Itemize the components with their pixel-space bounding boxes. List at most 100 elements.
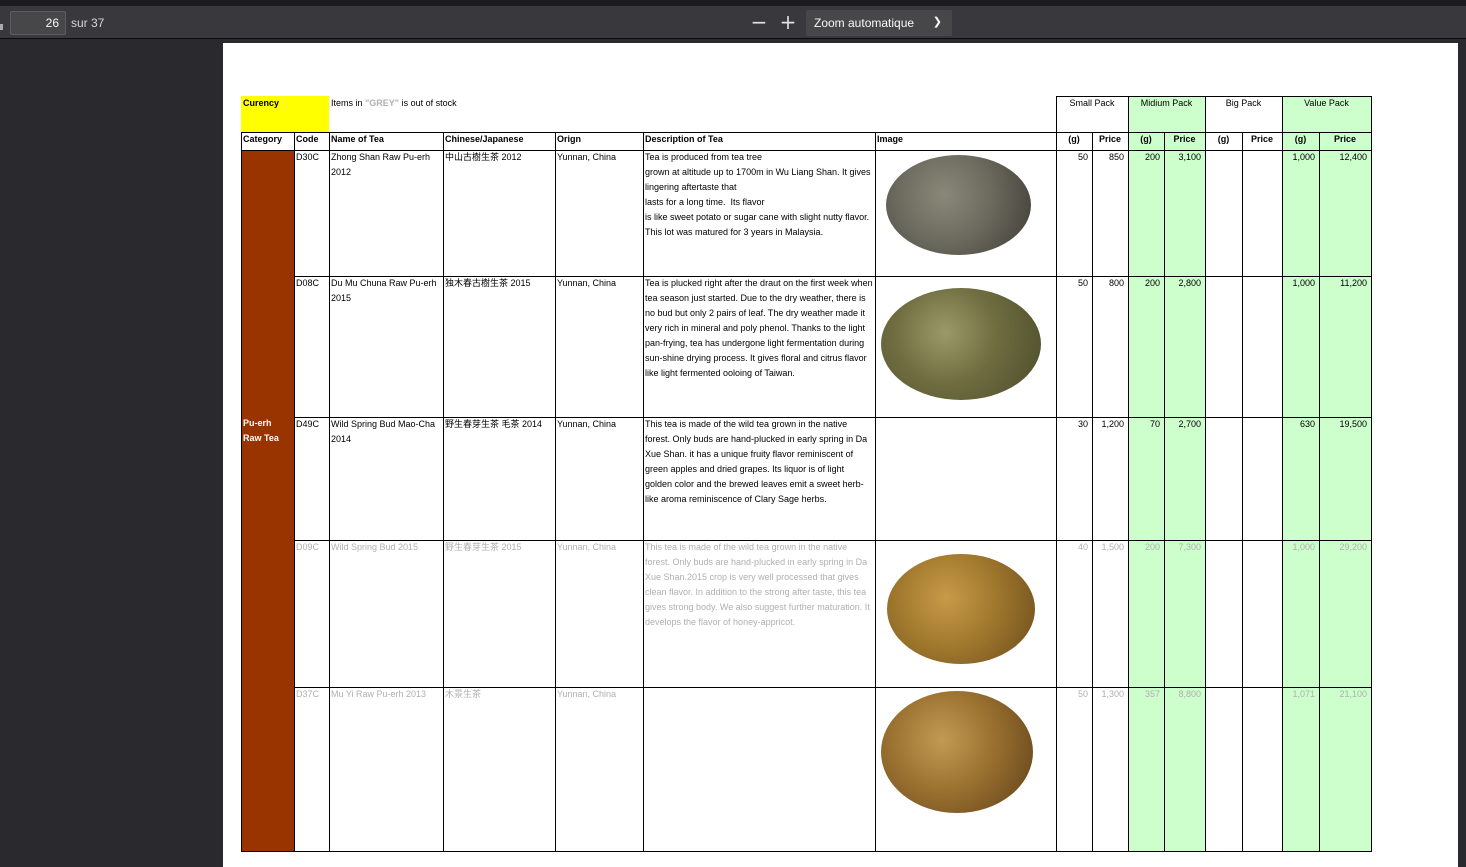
cell-value-g: 630: [1299, 419, 1315, 429]
zoom-in-button[interactable]: +: [776, 11, 800, 35]
header-big-price: Price: [1250, 134, 1274, 144]
grid-line-v: [1282, 96, 1283, 851]
pack-header-small: Small Pack: [1069, 98, 1115, 108]
grid-line-h: [294, 687, 1372, 688]
grid-line-v: [875, 132, 876, 851]
cell-big-price: [1242, 150, 1282, 276]
cell-description: [643, 687, 875, 851]
cell-origin: Yunnan, China: [557, 542, 617, 552]
cell-chinese: 木景生茶: [445, 689, 482, 699]
cell-value-price: 12,400: [1339, 152, 1367, 162]
cell-name: Wild Spring Bud Mao-Cha 2014: [331, 419, 436, 444]
cell-value-g: 1,000: [1292, 542, 1315, 552]
stock-note-post: is out of stock: [399, 98, 457, 108]
header-name: Name of Tea: [331, 134, 384, 144]
grid-line-v: [643, 132, 644, 851]
grid-line-h: [294, 276, 1372, 277]
grid-line-v: [1164, 132, 1165, 851]
chevron-down-icon: ❯: [932, 16, 942, 28]
cell-big-price: [1242, 540, 1282, 687]
grid-line-h: [241, 132, 1372, 133]
cell-small-g: 40: [1077, 542, 1088, 552]
cell-big-g: [1205, 276, 1242, 417]
cell-value-g: 1,000: [1292, 278, 1315, 288]
grid-line-v: [1128, 96, 1129, 851]
cell-big-price: [1242, 417, 1282, 540]
cell-small-price: 1,500: [1101, 542, 1124, 552]
cell-code: D09C: [296, 542, 320, 552]
cell-origin: Yunnan, China: [557, 278, 617, 288]
cell-small-price: 1,200: [1101, 419, 1124, 429]
header-mid-price: Price: [1173, 134, 1196, 144]
pdf-page: Curency Items in "GREY" is out of stock …: [223, 43, 1458, 867]
cell-small-g: 50: [1077, 278, 1088, 288]
cell-mid-g: 200: [1144, 542, 1160, 552]
cell-mid-g: 200: [1144, 152, 1160, 162]
cell-big-price: [1242, 276, 1282, 417]
header-category: Category: [243, 134, 283, 144]
tea-cake-image: [886, 155, 1031, 255]
zoom-out-button[interactable]: −: [747, 11, 771, 35]
cell-big-price: [1242, 687, 1282, 851]
cell-chinese: 独木春古樹生茶 2015: [445, 278, 531, 288]
cell-value-price: 21,100: [1339, 689, 1367, 699]
cell-name: Mu Yi Raw Pu-erh 2013: [331, 689, 427, 699]
header-value-price: Price: [1333, 134, 1357, 144]
cell-origin: Yunnan, China: [557, 689, 617, 699]
cell-mid-g: 70: [1149, 419, 1160, 429]
page-number-input[interactable]: 26: [10, 11, 66, 35]
grid-line-v: [443, 132, 444, 851]
cell-small-price: 1,300: [1101, 689, 1124, 699]
cell-code: D30C: [296, 152, 320, 162]
cell-value-price: 11,200: [1340, 278, 1367, 288]
cell-small-g: 50: [1077, 689, 1088, 699]
grid-line-v: [1092, 132, 1093, 851]
cell-name: Du Mu Chuna Raw Pu-erh 2015: [331, 278, 437, 303]
header-big-g: (g): [1217, 134, 1230, 144]
cell-description: This tea is made of the wild tea grown i…: [645, 419, 870, 504]
stock-note-grey: "GREY": [365, 98, 400, 108]
header-value-g: (g): [1294, 134, 1307, 144]
cell-description: Tea is plucked right after the draut on …: [645, 278, 875, 378]
cell-big-g: [1205, 687, 1242, 851]
cell-name: Zhong Shan Raw Pu-erh 2012: [331, 152, 431, 177]
category-label: Pu-erh Raw Tea: [243, 418, 279, 443]
cell-name: Wild Spring Bud 2015: [331, 542, 419, 552]
grid-line-h: [241, 851, 1372, 852]
pack-header-big: Big Pack: [1225, 98, 1262, 108]
cell-description: This tea is made of the wild tea grown i…: [645, 542, 873, 627]
pdf-toolbar: 26 sur 37 − + Zoom automatique ❯: [0, 0, 1466, 39]
cell-origin: Yunnan, China: [557, 152, 617, 162]
cell-mid-price: 8,800: [1178, 689, 1201, 699]
header-small-g: (g): [1068, 134, 1080, 144]
cell-code: D49C: [296, 419, 320, 429]
zoom-select[interactable]: Zoom automatique ❯: [806, 10, 952, 36]
cell-big-g: [1205, 540, 1242, 687]
cell-value-g: 1,000: [1292, 152, 1315, 162]
cell-code: D08C: [296, 278, 320, 288]
cell-big-g: [1205, 417, 1242, 540]
header-mid-g: (g): [1140, 134, 1152, 144]
cell-big-g: [1205, 150, 1242, 276]
grid-line-h: [294, 417, 1372, 418]
cell-value-price: 19,500: [1339, 419, 1367, 429]
grid-line-v: [241, 132, 242, 851]
cell-mid-g: 200: [1144, 278, 1160, 288]
grid-line-v: [1056, 96, 1057, 851]
cell-mid-price: 2,800: [1178, 278, 1201, 288]
grid-line-h: [1056, 96, 1372, 97]
currency-cell: Curency: [241, 96, 329, 132]
zoom-select-label: Zoom automatique: [814, 16, 915, 30]
cell-mid-price: 7,300: [1178, 542, 1201, 552]
cell-small-price: 850: [1108, 152, 1124, 162]
grid-line-v: [294, 132, 295, 851]
page-count-label: sur 37: [71, 16, 105, 30]
cell-code: D37C: [296, 689, 320, 699]
cell-chinese: 野生春芽生茶 毛茶 2014: [445, 419, 543, 429]
price-list-sheet: Curency Items in "GREY" is out of stock …: [241, 96, 1372, 852]
grid-line-v: [555, 132, 556, 851]
cell-mid-g: 357: [1144, 689, 1160, 699]
header-origin: Orign: [557, 134, 581, 144]
sidebar-toggle-edge[interactable]: [0, 24, 3, 30]
tea-cake-image: [881, 288, 1041, 400]
